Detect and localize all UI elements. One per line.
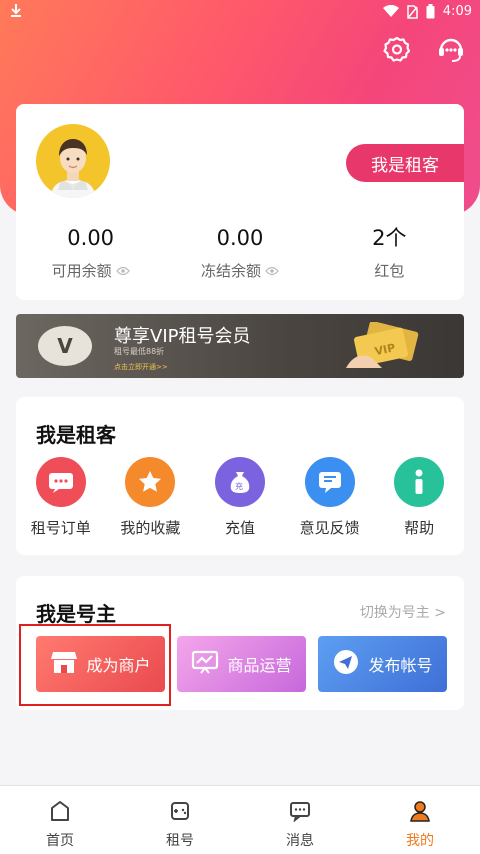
status-bar: 4:09 [0,0,480,24]
tenant-section: 我是租客 租号订单 我的收藏 充 充值 意见反馈 帮助 [16,397,464,555]
no-sim-icon [407,4,418,19]
eye-icon[interactable] [265,262,279,280]
settings-button[interactable] [382,36,412,66]
battery-icon [426,4,435,19]
tab-mine[interactable]: 我的 [360,786,480,854]
product-operations-button[interactable]: 商品运营 [177,636,306,692]
bottom-tab-bar: 首页 租号 消息 我的 [0,785,480,854]
message-icon [289,800,311,826]
recharge-button[interactable]: 充 充值 [195,457,285,538]
svg-text:充: 充 [235,481,243,491]
tab-mine-label: 我的 [406,833,434,849]
vip-banner[interactable]: V 尊享VIP租号会员 租号最低88折 点击立即开通>> VIP [16,314,464,378]
tab-messages[interactable]: 消息 [240,786,360,854]
home-icon [49,800,71,826]
my-favorites-button[interactable]: 我的收藏 [106,457,196,538]
user-icon [409,800,431,826]
publish-account-label: 发布帐号 [368,656,433,675]
gamepad-icon [169,800,191,826]
tenant-section-title: 我是租客 [36,423,116,447]
customer-service-button[interactable] [436,36,466,66]
rental-orders-button[interactable]: 租号订单 [16,457,106,538]
role-switch-tag[interactable]: 我是租客 [346,144,464,182]
my-favorites-label: 我的收藏 [120,519,181,537]
help-button[interactable]: 帮助 [374,457,464,538]
feedback-label: 意见反馈 [299,519,360,537]
chart-board-icon [191,649,219,679]
eye-icon[interactable] [115,262,130,280]
frozen-balance-value: 0.00 [216,226,264,250]
order-icon [35,457,86,507]
avatar[interactable] [36,124,110,198]
available-balance-value: 0.00 [67,226,115,250]
publish-account-button[interactable]: 发布帐号 [318,636,447,692]
available-balance[interactable]: 0.00 可用余额 [16,222,165,281]
tab-home-label: 首页 [46,833,74,849]
frozen-balance[interactable]: 0.00 冻结余额 [165,222,314,281]
vip-card-illustration: VIP [344,321,424,370]
vip-logo: V [38,326,92,366]
tab-rent[interactable]: 租号 [120,786,240,854]
download-icon [10,3,22,17]
money-bag-icon: 充 [214,457,265,507]
customer-service-icon [436,34,466,68]
highlight-box [19,624,171,706]
wifi-icon [382,5,399,18]
red-packets-value: 2个 [372,226,407,250]
red-packets[interactable]: 2个 红包 [315,222,464,281]
vip-subtitle: 租号最低88折 [114,347,165,356]
profile-card: 我是租客 0.00 可用余额 0.00 冻结余额 2个 红包 [16,104,464,300]
product-operations-label: 商品运营 [227,656,292,675]
tab-home[interactable]: 首页 [0,786,120,854]
vip-title: 尊享VIP租号会员 [114,326,251,347]
star-icon [125,457,176,507]
rental-orders-label: 租号订单 [30,519,91,537]
gear-icon [383,35,411,67]
switch-to-owner-link[interactable]: 切换为号主 > [360,602,446,622]
owner-section-title: 我是号主 [36,602,116,626]
tab-messages-label: 消息 [286,833,314,849]
feedback-button[interactable]: 意见反馈 [285,457,375,538]
paper-plane-icon [332,648,360,680]
clock-time: 4:09 [442,4,472,19]
vip-cta: 点击立即开通>> [114,363,168,371]
red-packets-label: 红包 [374,262,405,280]
help-label: 帮助 [404,519,435,537]
feedback-icon [304,457,355,507]
info-icon [394,457,445,507]
frozen-balance-label: 冻结余额 [200,262,261,280]
recharge-label: 充值 [224,519,255,537]
available-balance-label: 可用余额 [51,262,112,280]
tab-rent-label: 租号 [166,833,194,849]
